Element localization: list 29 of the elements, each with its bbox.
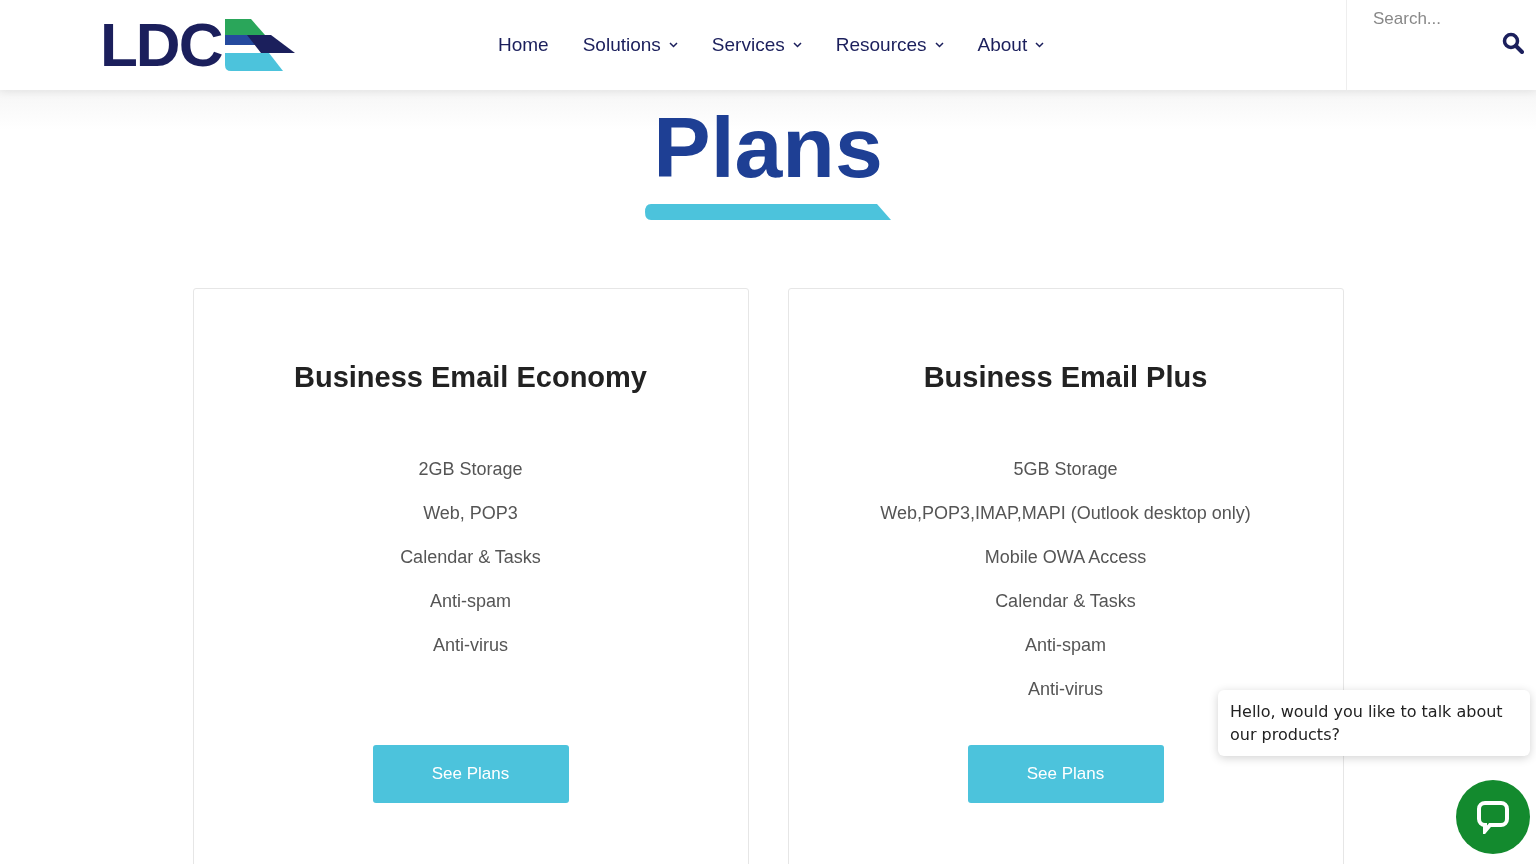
nav-link[interactable]: Home: [498, 34, 549, 56]
chevron-down-icon: [1035, 42, 1045, 48]
search-field[interactable]: Search...: [1371, 8, 1505, 30]
nav-link[interactable]: About: [977, 34, 1045, 56]
nav-link[interactable]: Services: [711, 34, 802, 56]
chevron-down-icon: [668, 42, 678, 48]
nav-link[interactable]: Solutions: [582, 34, 678, 56]
search-button[interactable]: [1502, 32, 1524, 54]
plan-feature: Anti-virus: [1028, 678, 1103, 700]
plan-feature: 2GB Storage: [418, 458, 523, 480]
plan-feature: Web, POP3: [423, 502, 518, 524]
nav-link[interactable]: Resources: [835, 34, 944, 56]
plan-title: Business Email Plus: [923, 361, 1208, 394]
plan-feature: Anti-virus: [433, 634, 508, 656]
chevron-down-icon: [934, 42, 944, 48]
plan-feature: 5GB Storage: [1013, 458, 1118, 480]
page-title: Plans: [653, 104, 883, 190]
chevron-down-icon: [792, 42, 802, 48]
chat-message: Hello, would you like to talk about our products?: [1218, 690, 1530, 756]
plan-feature: Anti-spam: [1025, 634, 1106, 656]
plan-title: Business Email Economy: [294, 361, 647, 394]
logo-text[interactable]: LDC: [100, 14, 222, 76]
plan-feature: Calendar & Tasks: [995, 590, 1136, 612]
plan-feature: Web,POP3,IMAP,MAPI (Outlook desktop only): [880, 502, 1251, 524]
plan-feature: Anti-spam: [430, 590, 511, 612]
plan-feature: Mobile OWA Access: [984, 546, 1147, 568]
plan-feature: Calendar & Tasks: [400, 546, 541, 568]
search-icon: [1502, 32, 1524, 54]
speech-bubble-icon: [1476, 800, 1510, 834]
